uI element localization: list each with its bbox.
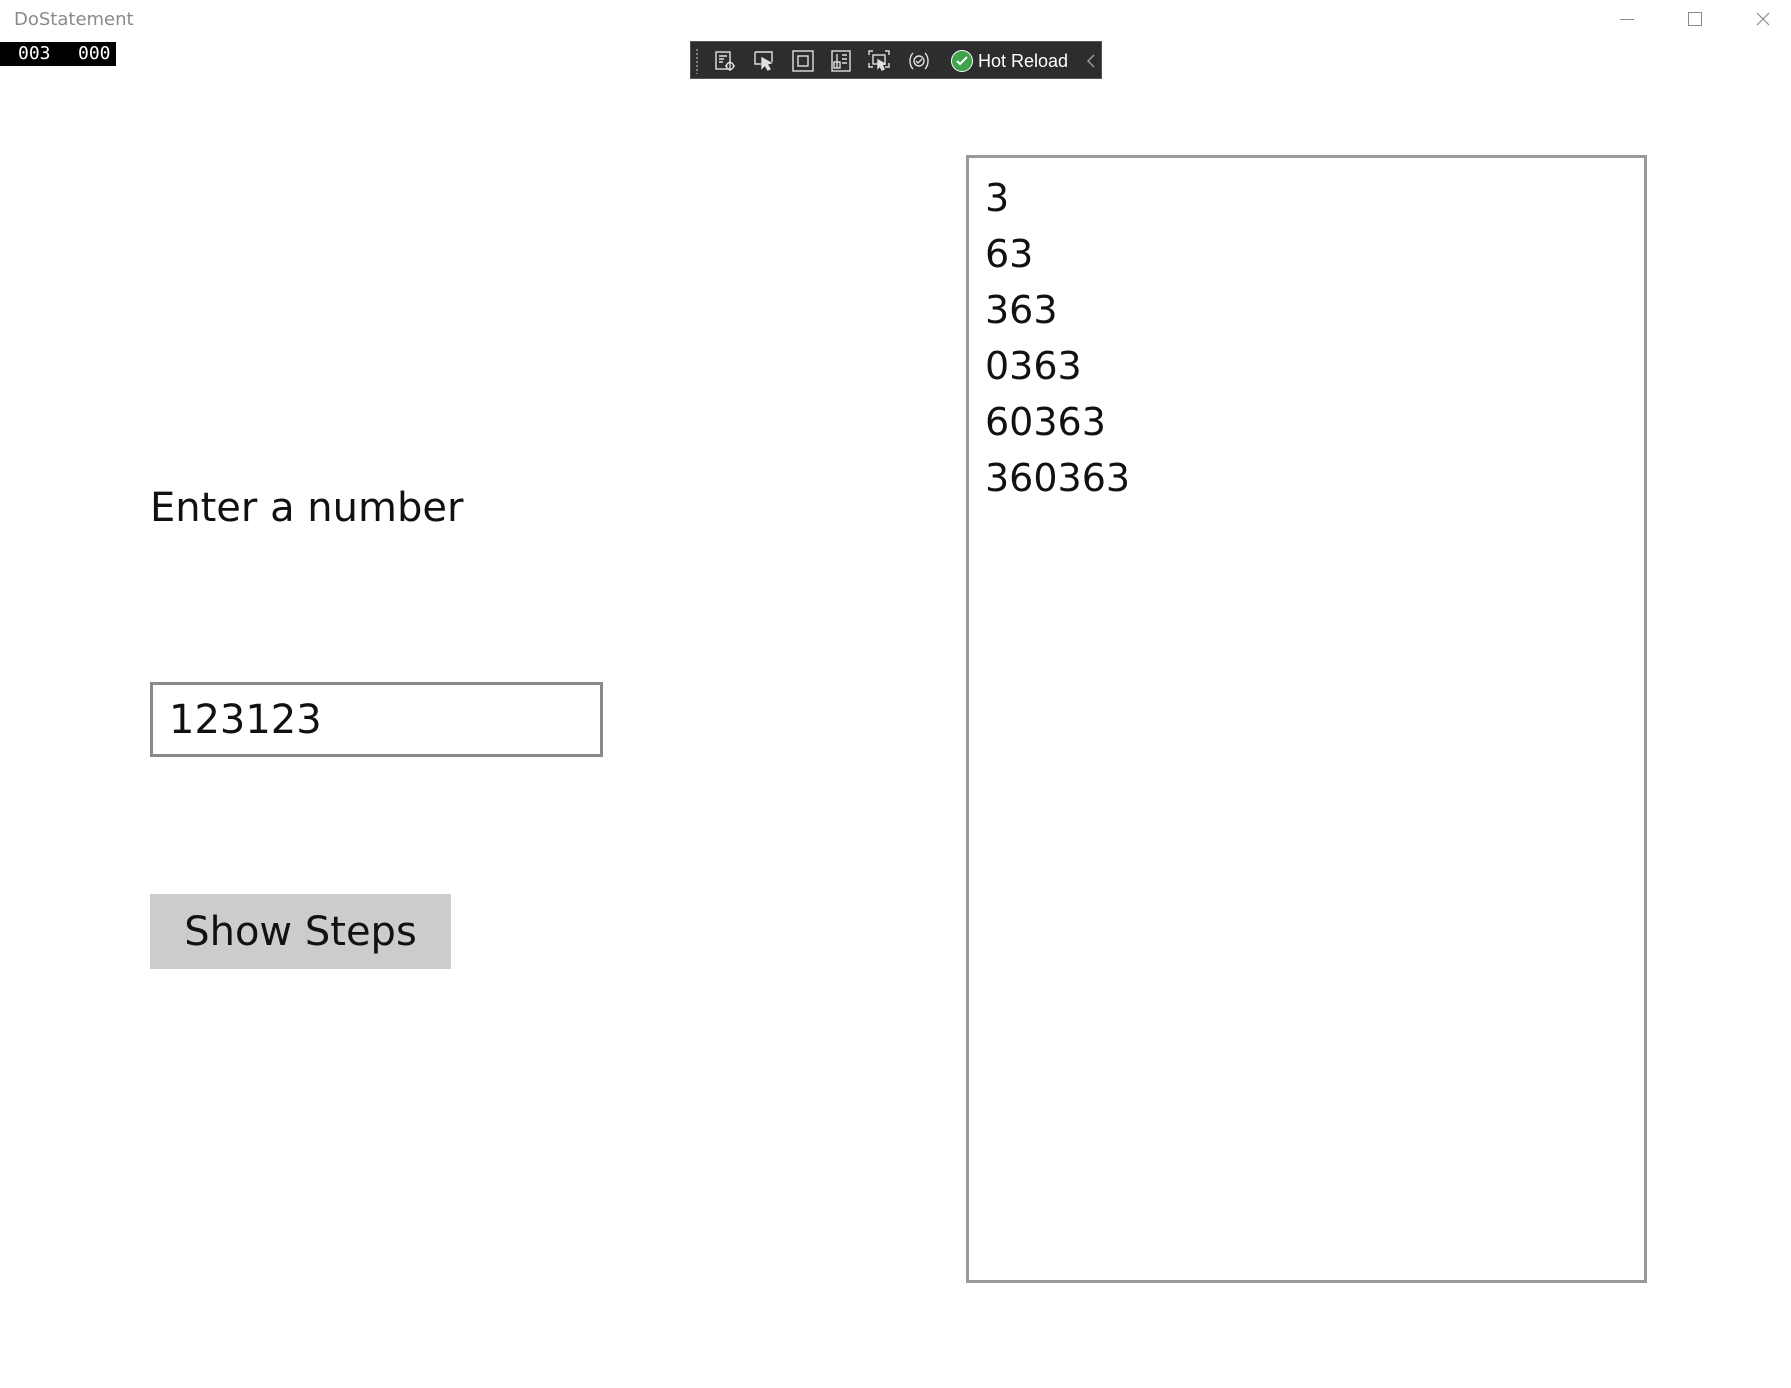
frame-rate-counter: 003 000 bbox=[0, 42, 116, 66]
toolbar-grip[interactable] bbox=[695, 48, 699, 74]
track-focused-element-icon[interactable] bbox=[829, 49, 853, 73]
step-line: 360363 bbox=[985, 456, 1131, 500]
go-to-live-visual-tree-icon[interactable] bbox=[713, 49, 737, 73]
step-line: 60363 bbox=[985, 400, 1106, 444]
hot-reload-label[interactable]: Hot Reload bbox=[978, 50, 1068, 72]
step-line: 363 bbox=[985, 288, 1058, 332]
steps-output-box[interactable]: 3 63 363 0363 60363 360363 bbox=[966, 155, 1647, 1283]
enter-number-label: Enter a number bbox=[150, 485, 464, 531]
select-element-icon[interactable] bbox=[752, 49, 776, 73]
frame-rate-value: 003 bbox=[18, 43, 51, 64]
xaml-debug-toolbar: Hot Reload bbox=[690, 41, 1102, 79]
minimize-button[interactable] bbox=[1594, 0, 1660, 38]
close-button[interactable] bbox=[1730, 0, 1791, 38]
display-accessibility-icon[interactable] bbox=[867, 49, 891, 73]
maximize-button[interactable] bbox=[1662, 0, 1728, 38]
step-line: 63 bbox=[985, 232, 1034, 276]
title-bar[interactable]: DoStatement bbox=[0, 0, 1791, 38]
close-icon bbox=[1756, 12, 1770, 26]
binding-failures-icon[interactable] bbox=[907, 49, 931, 73]
hot-reload-status-icon bbox=[951, 50, 973, 72]
app-window: DoStatement 003 000 Hot Reload Enter a n… bbox=[0, 0, 1791, 1388]
show-steps-button[interactable]: Show Steps bbox=[150, 894, 451, 969]
display-layout-adorners-icon[interactable] bbox=[791, 49, 815, 73]
step-line: 3 bbox=[985, 176, 1010, 220]
frame-rate-secondary: 000 bbox=[78, 43, 111, 64]
collapse-toolbar-icon[interactable] bbox=[1085, 53, 1097, 69]
step-line: 0363 bbox=[985, 344, 1082, 388]
number-input[interactable] bbox=[150, 682, 603, 757]
window-title: DoStatement bbox=[14, 9, 134, 30]
